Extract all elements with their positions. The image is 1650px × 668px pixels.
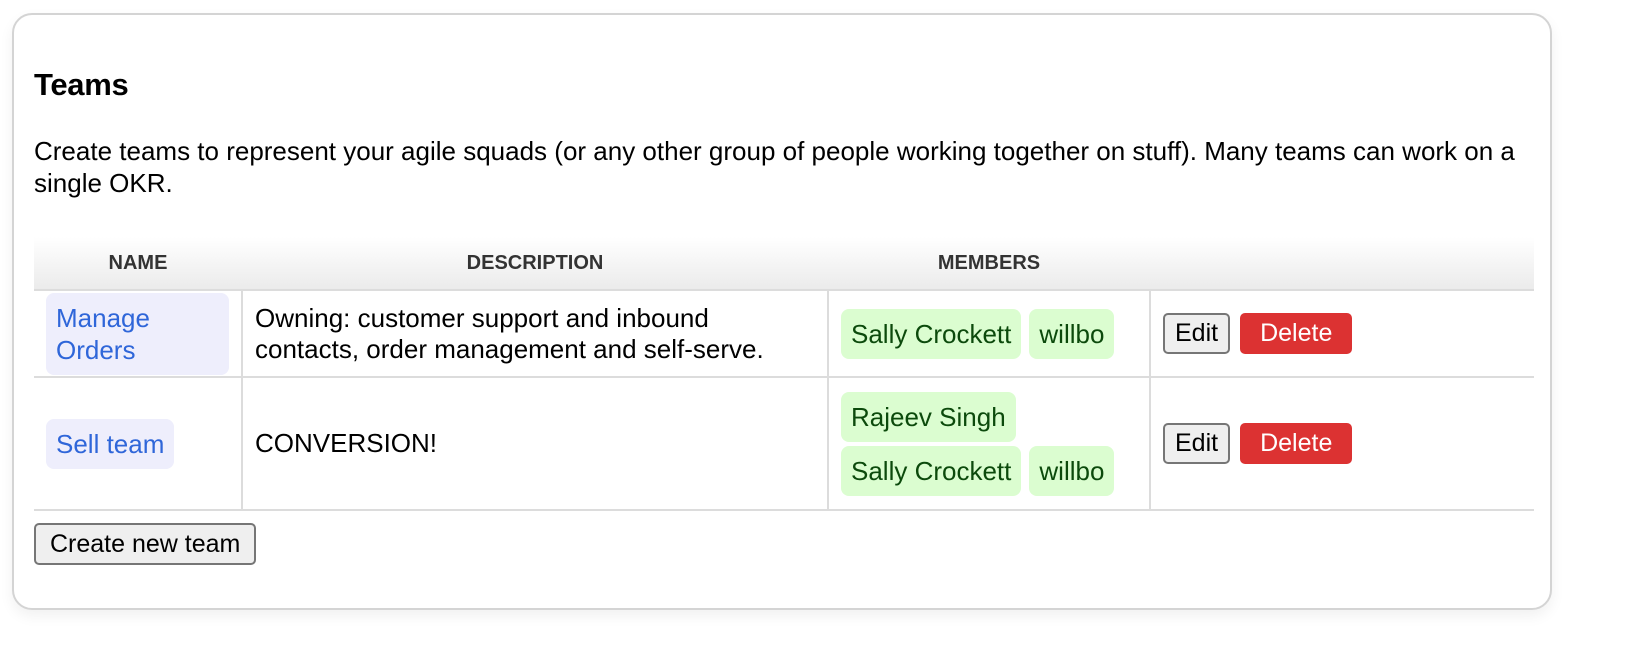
member-chip: Sally Crockett <box>841 308 1022 359</box>
team-actions-cell: Edit Delete <box>1149 377 1534 511</box>
team-description-cell: CONVERSION! <box>241 377 828 511</box>
members-list: Sally Crockett willbo <box>841 308 1137 359</box>
header-name: NAME <box>34 237 242 291</box>
header-actions <box>1150 237 1534 291</box>
team-members-cell: Sally Crockett willbo <box>827 290 1150 378</box>
teams-card: Teams Create teams to represent your agi… <box>12 13 1552 610</box>
team-name-link[interactable]: Sell team <box>46 418 175 469</box>
member-chip: willbo <box>1029 445 1115 496</box>
header-description: DESCRIPTION <box>242 237 828 291</box>
page-title: Teams <box>34 67 129 102</box>
team-name-link[interactable]: Manage Orders <box>46 292 229 375</box>
edit-button[interactable]: Edit <box>1163 313 1231 354</box>
create-new-team-button[interactable]: Create new team <box>34 523 257 565</box>
team-members-cell: Rajeev Singh Sally Crockett willbo <box>827 377 1150 511</box>
delete-button[interactable]: Delete <box>1240 423 1353 464</box>
team-description: CONVERSION! <box>255 428 438 458</box>
member-chip: Sally Crockett <box>841 445 1022 496</box>
delete-button[interactable]: Delete <box>1240 313 1353 354</box>
members-list: Rajeev Singh Sally Crockett willbo <box>841 391 1137 496</box>
member-chip: Rajeev Singh <box>841 391 1016 442</box>
team-description-cell: Owning: customer support and inbound con… <box>241 290 828 378</box>
member-chip: willbo <box>1029 308 1115 359</box>
team-actions-cell: Edit Delete <box>1149 290 1534 378</box>
edit-button[interactable]: Edit <box>1163 423 1231 464</box>
intro-text: Create teams to represent your agile squ… <box>34 136 1515 198</box>
table-header-row: NAME DESCRIPTION MEMBERS <box>34 237 1534 291</box>
table-row: Sell team CONVERSION! Rajeev Singh Sally… <box>34 377 1534 511</box>
team-name-cell: Manage Orders <box>34 290 242 378</box>
team-description: Owning: customer support and inbound con… <box>255 302 764 364</box>
table-row: Manage Orders Owning: customer support a… <box>34 290 1534 378</box>
header-members: MEMBERS <box>828 237 1150 291</box>
teams-table: NAME DESCRIPTION MEMBERS Manage Orders O… <box>34 237 1534 511</box>
team-name-cell: Sell team <box>34 377 242 511</box>
